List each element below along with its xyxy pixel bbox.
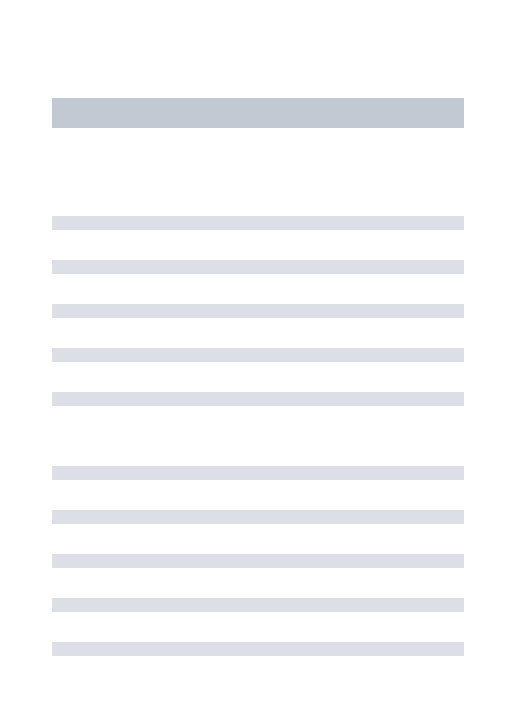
text-placeholder-line [52, 598, 464, 612]
header-placeholder-bar [52, 98, 464, 128]
section-gap [52, 436, 464, 466]
text-placeholder-line [52, 304, 464, 318]
text-placeholder-line [52, 510, 464, 524]
text-placeholder-line [52, 216, 464, 230]
text-placeholder-line [52, 554, 464, 568]
text-placeholder-line [52, 260, 464, 274]
text-placeholder-line [52, 466, 464, 480]
text-placeholder-line [52, 392, 464, 406]
text-placeholder-line [52, 642, 464, 656]
text-placeholder-line [52, 348, 464, 362]
